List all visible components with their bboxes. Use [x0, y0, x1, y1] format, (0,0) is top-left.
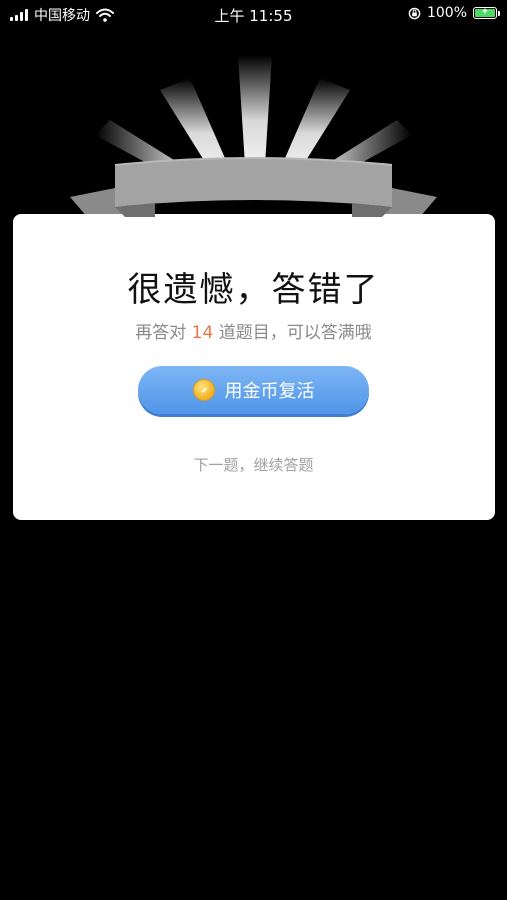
next-question-link[interactable]: 下一题，继续答题	[0, 454, 507, 475]
subtitle-suffix: 道题目，可以答满哦	[218, 323, 372, 343]
battery-percent: 100%	[426, 5, 467, 21]
ribbon-banner	[114, 157, 393, 217]
subtitle-prefix: 再答对	[135, 323, 187, 343]
result-title: 很遗憾，答错了	[127, 270, 380, 310]
battery-icon	[473, 6, 500, 19]
revive-button-label: 用金币复活	[224, 381, 315, 402]
screen: 中国移动 上午 11:55 100% 很遗憾，答错了 再答对 14 道题目，可以…	[0, 0, 507, 900]
coin-icon	[192, 379, 215, 401]
revive-with-coins-button[interactable]: 用金币复活	[138, 366, 369, 414]
remaining-count: 14	[191, 323, 214, 343]
status-right: 100%	[408, 5, 500, 21]
result-subtitle: 再答对 14 道题目，可以答满哦	[0, 318, 507, 343]
status-bar: 中国移动 上午 11:55 100%	[0, 0, 507, 30]
orientation-lock-icon	[408, 7, 421, 19]
